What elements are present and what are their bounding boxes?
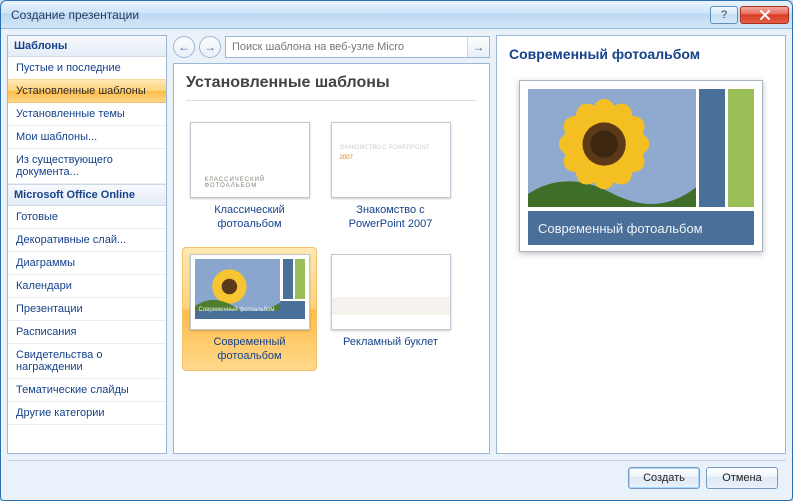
create-button[interactable]: Создать	[628, 467, 700, 489]
dialog-window: Создание презентации ? Шаблоны Пустые и …	[0, 0, 793, 501]
thumb-text: ЗНАКОМСТВО С POWERPOINT	[340, 145, 430, 151]
sidebar-item-featured[interactable]: Готовые	[8, 206, 166, 229]
template-thumb: КЛАССИЧЕСКИЙ ФОТОАЛЬБОМ	[190, 122, 310, 198]
sunflower-icon	[528, 89, 696, 207]
sidebar-item-label: Мои шаблоны...	[16, 131, 97, 143]
sidebar-item-more-categories[interactable]: Другие категории	[8, 402, 166, 425]
sidebar-item-installed-templates[interactable]: Установленные шаблоны	[8, 79, 166, 103]
sidebar-item-label: Тематические слайды	[16, 384, 129, 396]
sidebar-item-label: Календари	[16, 280, 72, 292]
workarea: Шаблоны Пустые и последние Установленные…	[1, 29, 792, 500]
upper-row: Шаблоны Пустые и последние Установленные…	[7, 35, 786, 454]
window-title: Создание презентации	[11, 8, 709, 22]
sidebar-item-award-certs[interactable]: Свидетельства о награждении	[8, 344, 166, 379]
sidebar-item-label: Презентации	[16, 303, 83, 315]
gallery-title: Установленные шаблоны	[174, 64, 489, 94]
preview-title: Современный фотоальбом	[509, 46, 773, 62]
sidebar-item-label: Установленные шаблоны	[16, 85, 146, 97]
template-thumb	[331, 254, 451, 330]
arrow-right-icon: →	[473, 40, 485, 54]
nav-back-button[interactable]: ←	[173, 36, 195, 58]
gallery-panel: Установленные шаблоны КЛАССИЧЕСКИЙ ФОТОА…	[173, 63, 490, 454]
sunflower-icon	[195, 259, 281, 311]
template-label: Современный фотоальбом	[187, 336, 312, 364]
sidebar-section-templates: Шаблоны	[8, 36, 166, 57]
sidebar-item-label: Готовые	[16, 211, 58, 223]
thumb-text: КЛАССИЧЕСКИЙ ФОТОАЛЬБОМ	[205, 177, 309, 189]
template-item-ad-booklet[interactable]: Рекламный буклет	[323, 247, 458, 371]
search-input[interactable]	[226, 37, 467, 57]
sidebar-item-label: Установленные темы	[16, 108, 125, 120]
search-box: →	[225, 36, 490, 58]
sidebar-item-schedules[interactable]: Расписания	[8, 321, 166, 344]
template-item-modern-photo[interactable]: Современный фотоальбом Современный фотоа…	[182, 247, 317, 371]
sidebar-item-installed-themes[interactable]: Установленные темы	[8, 103, 166, 126]
help-button[interactable]: ?	[710, 6, 738, 24]
template-gallery[interactable]: КЛАССИЧЕСКИЙ ФОТОАЛЬБОМ Классический фот…	[174, 101, 489, 453]
sidebar-item-label: Из существующего документа...	[16, 154, 113, 178]
preview-canvas: Современный фотоальбом	[519, 80, 763, 252]
close-button[interactable]	[740, 6, 789, 24]
template-item-intro-ppt2007[interactable]: ЗНАКОМСТВО С POWERPOINT 2007 Знакомство …	[323, 115, 458, 239]
sidebar-item-content-slides[interactable]: Тематические слайды	[8, 379, 166, 402]
sidebar-item-label: Диаграммы	[16, 257, 75, 269]
sidebar-item-my-templates[interactable]: Мои шаблоны...	[8, 126, 166, 149]
sidebar-item-label: Свидетельства о награждении	[16, 349, 102, 373]
dialog-footer: Создать Отмена	[7, 460, 786, 494]
search-go-button[interactable]: →	[467, 37, 489, 57]
sidebar-item-presentations[interactable]: Презентации	[8, 298, 166, 321]
preview-pane: Современный фотоальбом	[496, 35, 786, 454]
sidebar-item-label: Расписания	[16, 326, 76, 338]
template-thumb: ЗНАКОМСТВО С POWERPOINT 2007	[331, 122, 451, 198]
template-label: Классический фотоальбом	[187, 204, 312, 232]
sidebar-item-diagrams[interactable]: Диаграммы	[8, 252, 166, 275]
sidebar-item-label: Декоративные слай...	[16, 234, 126, 246]
template-label: Знакомство с PowerPoint 2007	[328, 204, 453, 232]
sidebar-item-label: Пустые и последние	[16, 62, 121, 74]
template-thumb: Современный фотоальбом	[190, 254, 310, 330]
sidebar-item-calendars[interactable]: Календари	[8, 275, 166, 298]
sidebar: Шаблоны Пустые и последние Установленные…	[7, 35, 167, 454]
thumb-text: 2007	[340, 155, 353, 161]
arrow-right-icon: →	[204, 40, 216, 54]
middle-column: ← → → Установленные шаблоны	[173, 35, 490, 454]
nav-forward-button[interactable]: →	[199, 36, 221, 58]
cancel-button[interactable]: Отмена	[706, 467, 778, 489]
arrow-left-icon: ←	[178, 40, 190, 54]
sidebar-section-online: Microsoft Office Online	[8, 184, 166, 206]
nav-row: ← → →	[173, 35, 490, 59]
sidebar-item-design-slides[interactable]: Декоративные слай...	[8, 229, 166, 252]
template-item-classic-photo[interactable]: КЛАССИЧЕСКИЙ ФОТОАЛЬБОМ Классический фот…	[182, 115, 317, 239]
sidebar-item-from-existing[interactable]: Из существующего документа...	[8, 149, 166, 184]
template-label: Рекламный буклет	[343, 336, 438, 364]
titlebar: Создание презентации ?	[1, 1, 792, 29]
sidebar-item-blank-recent[interactable]: Пустые и последние	[8, 57, 166, 80]
preview-caption: Современный фотоальбом	[528, 211, 754, 245]
sidebar-item-label: Другие категории	[16, 407, 105, 419]
close-icon	[759, 10, 771, 20]
